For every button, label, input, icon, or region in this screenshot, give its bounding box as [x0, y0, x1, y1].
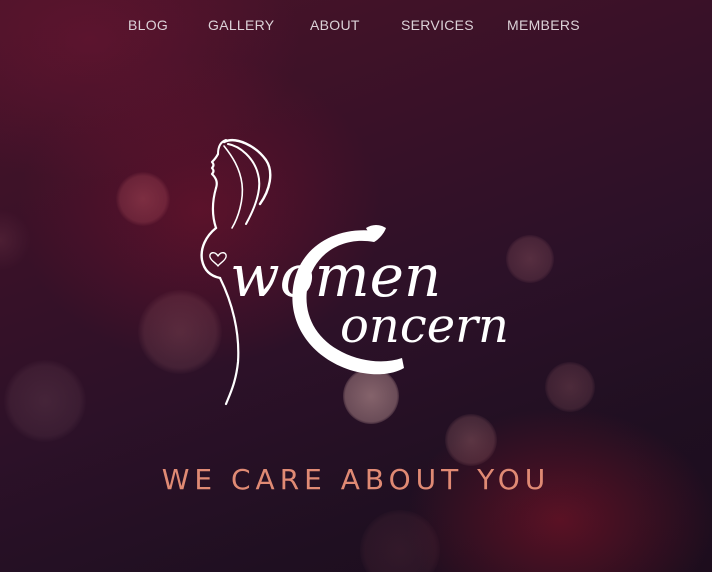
bokeh-light	[445, 414, 497, 466]
women-concern-logo: women oncern	[200, 139, 509, 406]
nav-link-members[interactable]: MEMBERS	[507, 17, 580, 33]
hero-background: BLOG GALLERY ABOUT SERVICES MEMBERS wome…	[0, 0, 712, 572]
nav-link-services[interactable]: SERVICES	[401, 17, 474, 33]
bokeh-light	[0, 210, 30, 270]
bokeh-light	[4, 360, 86, 442]
bokeh-light	[506, 235, 554, 283]
bokeh-light	[545, 362, 595, 412]
nav-link-gallery[interactable]: GALLERY	[208, 17, 274, 33]
nav-link-about[interactable]: ABOUT	[310, 17, 360, 33]
nav-link-blog[interactable]: BLOG	[128, 17, 168, 33]
main-nav: BLOG GALLERY ABOUT SERVICES MEMBERS	[0, 17, 712, 37]
logo-word-oncern: oncern	[340, 298, 509, 354]
hero-tagline: WE CARE ABOUT YOU	[161, 463, 551, 497]
bokeh-light	[116, 172, 170, 226]
bokeh-light	[360, 510, 440, 572]
